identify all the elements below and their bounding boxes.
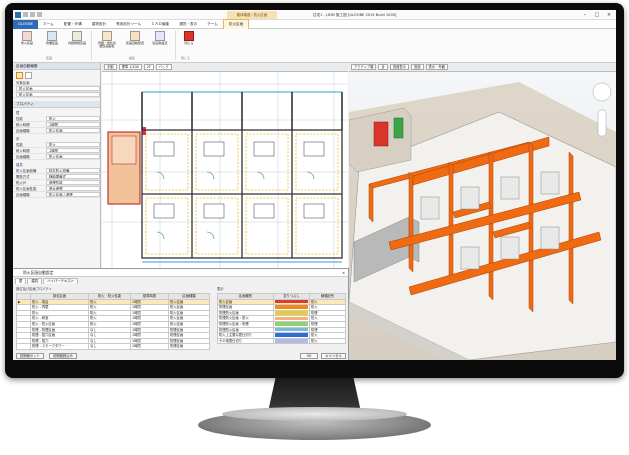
tab-site[interactable]: 配置・外構 [59,20,87,29]
cancel-button[interactable]: キャンセル [321,353,346,359]
group-label-close: 閉じる [181,56,191,60]
color-swatch[interactable] [273,298,310,306]
auto-place-button[interactable]: 区画自動配置 [123,31,147,53]
ok-button[interactable]: OK [300,353,318,359]
tab-building[interactable]: 建物設計 [87,20,111,29]
all-button[interactable]: 全 [378,64,388,70]
fitting-prop-row[interactable]: 区画種類 防火区画 / 遮煙 [13,192,100,198]
plan-toolbar: 手動 標準 1/100 2F バック [102,63,348,72]
redo-icon[interactable] [37,12,42,17]
appearance-button[interactable]: 表示・外観 [425,64,448,70]
title-bar: 躯体構造 : 防火区画 住宅1 - J-BIM 施工図 [GLOOBE 2019… [13,10,616,20]
color-settings-button[interactable]: 区画色設定 [148,31,172,53]
3d-model-drawing [349,72,616,360]
plan-scale-select[interactable]: 標準 1/100 [118,64,142,70]
color-swatch[interactable] [273,332,310,339]
tab-fitting[interactable]: 建具 [27,277,43,284]
plan-back-button[interactable]: バック [155,64,172,70]
close-context-button[interactable]: 閉じる [177,31,201,53]
color-swatch[interactable] [273,304,310,311]
undo-icon[interactable] [30,12,35,17]
floor-plan-view[interactable] [102,72,348,268]
panel-header: 区画自動編集 [13,63,100,70]
transparent-button[interactable]: 透過表示 [389,64,409,70]
fire-compartment-button[interactable]: 防火区画 [15,31,39,53]
app-icon [15,11,21,18]
tab-tools[interactable]: 専用設計ツール [111,20,146,29]
ribbon-separator [175,31,176,60]
dialog-title: 防火区画自動設定 × [13,269,348,277]
color-swatch[interactable] [273,337,310,345]
tab-cad[interactable]: ＣＡＤ編集 [146,20,174,29]
maximize-button[interactable]: □ [591,11,603,19]
table-row[interactable]: 防煙 - スモークタワー なし 1時間 防煙区画 [16,343,210,350]
section-wall: 壁 [16,111,20,115]
tab-gloobe[interactable]: GLOOBE [13,19,39,29]
interior-restriction-button[interactable]: 内装制限区画 [65,31,89,53]
close-button[interactable]: × [603,11,615,19]
tab-hypertext[interactable]: ハイパーテキスト [43,277,79,284]
target-select-2[interactable]: 防火区画 [13,92,100,98]
monitor-bezel: 躯体構造 : 防火区画 住宅1 - J-BIM 施工図 [GLOOBE 2019… [5,3,624,378]
app-screen: 躯体構造 : 防火区画 住宅1 - J-BIM 施工図 [GLOOBE 2019… [13,10,616,360]
property-panel: 区画自動編集 対象区画 防火区画 防火区画 プロパティ 壁 性能 防火 耐火時間 1… [13,63,101,268]
save-icon[interactable] [23,12,28,17]
left-table-caption: 部位及び区画プロパティ [16,287,53,291]
plan-mode-button[interactable]: 手動 [104,64,117,70]
panel-tool-icons [13,70,100,80]
color-swatch[interactable] [273,321,310,328]
smoke-compartment-button[interactable]: 防煙区画 [40,31,64,53]
section-fitting: 建具 [16,163,23,167]
floor-plan-drawing [102,72,348,268]
tab-select[interactable]: 選択・表示 [174,20,202,29]
active-floor-button[interactable]: アクティブ階 [351,64,377,70]
tab-home[interactable]: ホーム [38,20,59,29]
pick-tool-icon[interactable] [25,71,32,79]
ribbon: 防火区画 防煙区画 内装制限区画 界壁・間仕切 壁区画編集 区画自動配置 区画色… [13,29,616,63]
display-color-table: 区画種別 塗りつぶし 線種記号 防火区画 防火 防煙区画 防火 防煙防火区画 防煙 防煙防… [217,293,346,345]
transparency-button[interactable]: 透過 [410,64,424,70]
properties-header: プロパティ [13,101,100,108]
tab-team[interactable]: チーム [202,20,223,29]
reset-defaults-button[interactable]: 初期値セット [16,353,44,359]
3d-toolbar: アクティブ階 全 透過表示 透過 表示・外観 [349,63,616,72]
dialog-tabs: 壁 建具 ハイパーテキスト [13,277,348,284]
table-row[interactable]: その他間仕切り 防火 [217,337,346,345]
partition-edit-button[interactable]: 界壁・間仕切 壁区画編集 [93,31,121,53]
color-swatch[interactable] [273,309,310,317]
ribbon-tabs: GLOOBE ホーム 配置・外構 建物設計 専用設計ツール ＣＡＤ編集 選択・表… [13,19,616,29]
color-swatch[interactable] [273,326,310,334]
auto-setting-dialog: 防火区画自動設定 × 壁 建具 ハイパーテキスト 部位及び区画プロパティ 表示 … [13,268,349,360]
minimize-button[interactable]: – [579,11,591,19]
window-title: 住宅1 - J-BIM 施工図 [GLOOBE 2019 Build 1000] [313,13,397,17]
select-tool-icon[interactable] [16,71,23,79]
tab-wall[interactable]: 壁 [15,277,27,284]
right-table-caption: 表示 [217,287,224,291]
context-tab-group: 躯体構造 : 防火区画 [227,11,277,19]
3d-view[interactable] [349,72,616,360]
color-swatch[interactable] [273,315,310,322]
section-floor: 床 [16,137,20,141]
dialog-close-icon[interactable]: × [342,269,345,277]
load-defaults-button[interactable]: 初期値読込み [49,353,77,359]
compartment-table: 部位区画 防火・防火性能 基準時間 区画種類 ▶ 防火 - 風呂 防火 1時間 防火区画 防火… [16,293,210,350]
tab-fire-compartment[interactable]: 防火区画 [222,19,250,29]
ribbon-separator [91,31,92,60]
group-label-compartment: 区画 [46,56,53,60]
group-label-edit: 編集 [129,56,136,60]
monitor-stand-base-top [222,407,407,421]
plan-floor-select[interactable]: 2F [143,64,154,70]
